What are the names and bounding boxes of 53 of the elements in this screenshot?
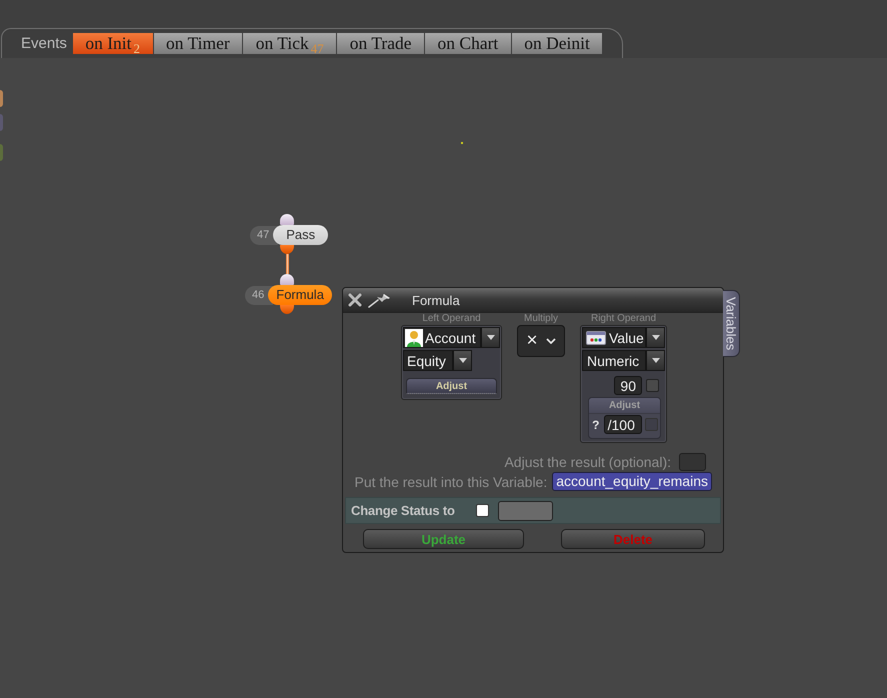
field-label: Adjust the result (optional): bbox=[504, 454, 671, 470]
source-select[interactable]: Account bbox=[403, 327, 481, 348]
dropdown-button[interactable] bbox=[481, 327, 500, 348]
person-icon bbox=[405, 328, 423, 346]
event-tab[interactable]: on Timer bbox=[154, 33, 242, 54]
node-label[interactable]: Pass bbox=[273, 225, 328, 245]
status-field[interactable] bbox=[498, 500, 553, 520]
value-field[interactable]: 90 bbox=[614, 376, 642, 395]
source-select[interactable]: Value bbox=[582, 327, 646, 348]
caret-icon bbox=[652, 335, 660, 340]
operator-heading: Multiply bbox=[524, 313, 558, 325]
event-tab[interactable]: on Tick$_{47}$ bbox=[243, 33, 336, 54]
close-icon[interactable] bbox=[348, 293, 362, 307]
type-select[interactable]: Numeric bbox=[582, 350, 646, 371]
help-mark[interactable]: ? bbox=[591, 418, 601, 432]
adjust-button[interactable]: Adjust bbox=[406, 378, 497, 394]
event-tab[interactable]: on Init$_{2}$ bbox=[72, 33, 153, 54]
input-port-icon[interactable] bbox=[280, 274, 294, 285]
output-port-icon[interactable] bbox=[280, 305, 294, 314]
event-tab[interactable]: on Trade bbox=[337, 33, 424, 54]
checkbox[interactable] bbox=[645, 418, 658, 431]
event-tab[interactable]: on Chart bbox=[425, 33, 511, 54]
tab-bar-label: Events bbox=[21, 35, 67, 52]
dropdown-button[interactable] bbox=[646, 327, 665, 348]
chevron-down-icon bbox=[546, 338, 556, 344]
dialog-title: Formula bbox=[412, 292, 460, 308]
field-label: Put the result into this Variable: bbox=[354, 474, 548, 490]
property-select[interactable]: Equity bbox=[403, 350, 453, 371]
operand-heading: Left Operand bbox=[422, 313, 481, 325]
operand-heading: Right Operand bbox=[590, 313, 656, 325]
dropdown-button[interactable] bbox=[646, 350, 665, 371]
input-field[interactable] bbox=[679, 452, 706, 470]
card-icon bbox=[586, 330, 606, 344]
caret-icon bbox=[458, 358, 466, 363]
node-number: 47 bbox=[250, 226, 278, 244]
output-port-icon[interactable] bbox=[280, 245, 294, 254]
status-label: Change Status to bbox=[351, 503, 456, 518]
node-label[interactable]: Formula bbox=[268, 285, 332, 305]
variable-field[interactable]: account_equity_remains bbox=[552, 472, 712, 491]
checkbox[interactable] bbox=[476, 504, 489, 517]
input-port-icon[interactable] bbox=[280, 214, 294, 225]
variables-tab[interactable]: Variables bbox=[723, 290, 740, 357]
adjust-field[interactable]: /100 bbox=[604, 415, 642, 434]
event-tab[interactable]: on Deinit bbox=[512, 33, 602, 54]
dropdown-button[interactable] bbox=[453, 350, 472, 371]
pin-icon[interactable] bbox=[368, 292, 392, 308]
caret-icon bbox=[486, 335, 494, 340]
operator-select[interactable]: × bbox=[517, 325, 565, 357]
node-number: 46 bbox=[245, 286, 274, 304]
connector-line bbox=[286, 254, 289, 274]
checkbox[interactable] bbox=[646, 379, 659, 392]
update-button[interactable]: Update bbox=[363, 529, 524, 549]
caret-icon bbox=[652, 358, 660, 363]
